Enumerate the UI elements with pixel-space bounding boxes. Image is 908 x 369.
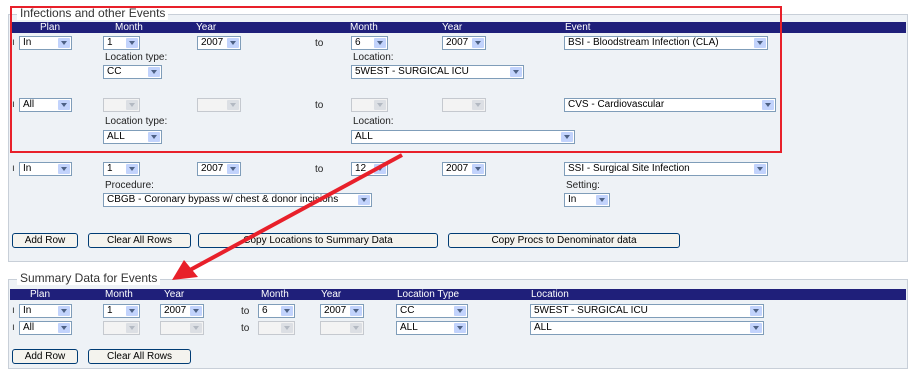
- highlight-arrow: [172, 153, 403, 280]
